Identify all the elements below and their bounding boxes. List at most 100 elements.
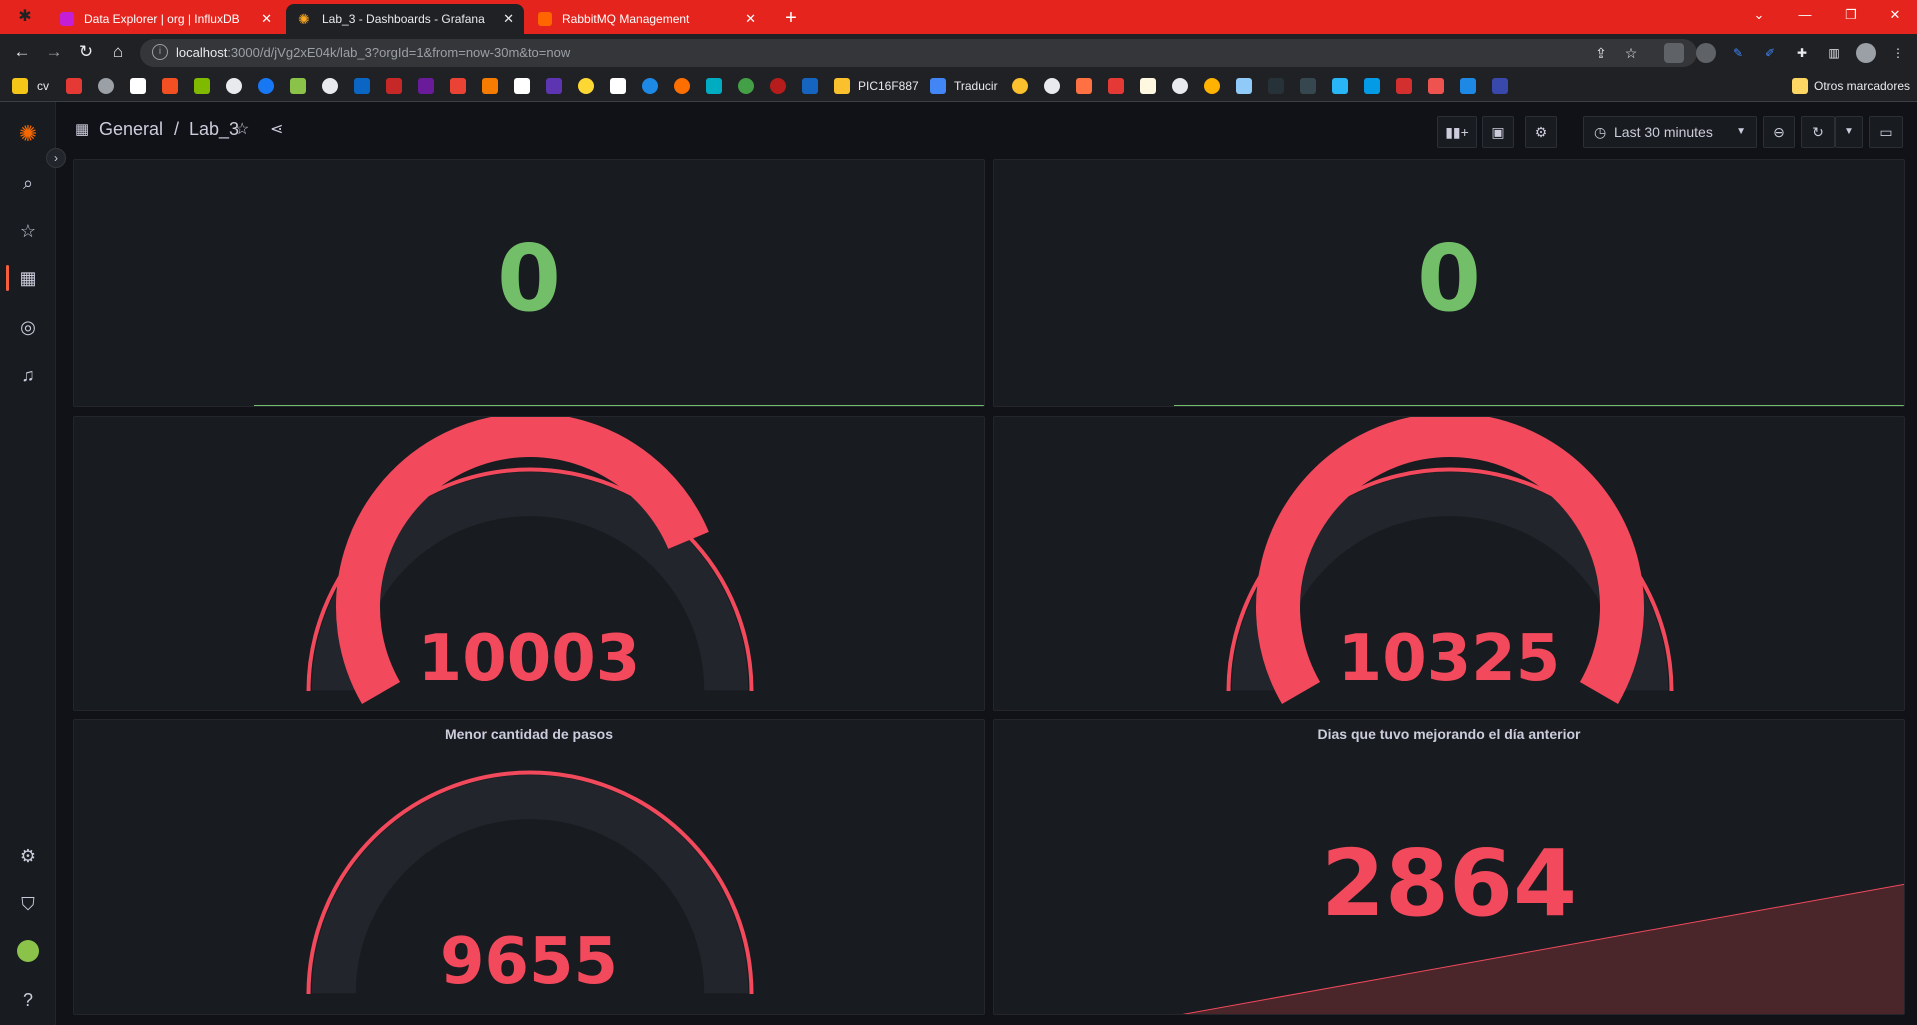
configuration-gear-icon[interactable]: ⚙: [16, 844, 40, 868]
minimize-button[interactable]: —: [1782, 0, 1828, 30]
bookmark-icon[interactable]: [1492, 78, 1508, 94]
close-tab-icon[interactable]: ✕: [745, 4, 756, 34]
bookmark-icon[interactable]: [578, 78, 594, 94]
bookmark-star-icon[interactable]: ☆: [1623, 45, 1639, 61]
side-panel-icon[interactable]: ▥: [1824, 43, 1844, 63]
user-avatar[interactable]: [17, 940, 39, 962]
forward-icon[interactable]: →: [42, 40, 66, 64]
bookmark-facebook-icon[interactable]: [258, 78, 274, 94]
site-info-icon[interactable]: i: [152, 44, 168, 60]
bookmark-icon[interactable]: [1172, 78, 1188, 94]
bookmark-icon[interactable]: [322, 78, 338, 94]
bookmark-icon[interactable]: [194, 78, 210, 94]
tab-rabbitmq[interactable]: RabbitMQ Management ✕: [526, 4, 766, 34]
bookmark-icon[interactable]: [1076, 78, 1092, 94]
starred-icon[interactable]: ☆: [16, 219, 40, 243]
close-window-button[interactable]: ✕: [1872, 0, 1917, 30]
bookmark-icon[interactable]: [1364, 78, 1380, 94]
share-dashboard-icon[interactable]: ⋖: [270, 119, 283, 139]
bookmark-icon[interactable]: [642, 78, 658, 94]
bookmark-icon[interactable]: [1428, 78, 1444, 94]
bookmark-icon[interactable]: [610, 78, 626, 94]
bookmark-icon[interactable]: [482, 78, 498, 94]
expand-menu-chevron-icon[interactable]: ›: [46, 148, 66, 168]
refresh-interval-chevron-icon[interactable]: ▼: [1835, 116, 1863, 148]
gauge-panel-menor[interactable]: Menor cantidad de pasos 9655: [73, 719, 985, 1015]
search-icon[interactable]: ⌕: [16, 171, 40, 195]
reload-icon[interactable]: ↻: [74, 40, 98, 64]
back-icon[interactable]: ←: [10, 40, 34, 64]
bookmark-icon[interactable]: [1332, 78, 1348, 94]
bookmark-icon[interactable]: [1044, 78, 1060, 94]
bookmark-microsoft-icon[interactable]: [162, 78, 178, 94]
bookmark-gmail-icon[interactable]: [450, 78, 466, 94]
alerting-bell-icon[interactable]: ♫: [16, 363, 40, 387]
stat-panel[interactable]: 0: [73, 159, 985, 407]
url-field[interactable]: i localhost:3000/d/jVg2xE04k/lab_3?orgId…: [140, 39, 1697, 67]
bookmark-icon[interactable]: [770, 78, 786, 94]
mark-favorite-star-icon[interactable]: ☆: [235, 119, 249, 139]
extension-abp-icon[interactable]: [1696, 43, 1716, 63]
tab-search-icon[interactable]: ⌄: [1736, 0, 1782, 30]
bookmark-icon[interactable]: [674, 78, 690, 94]
stat-panel-dias[interactable]: Dias que tuvo mejorando el día anterior …: [993, 719, 1905, 1015]
cycle-view-mode-tv-icon[interactable]: ▭: [1869, 116, 1903, 148]
zoom-out-time-range-icon[interactable]: ⊖: [1763, 116, 1795, 148]
bookmark-icon[interactable]: [1140, 78, 1156, 94]
bookmark-linkedin-icon[interactable]: [354, 78, 370, 94]
bookmark-icon[interactable]: [514, 78, 530, 94]
profile-avatar-icon[interactable]: [1856, 43, 1876, 63]
bookmark-icon[interactable]: [98, 78, 114, 94]
browser-menu-icon[interactable]: ✱: [16, 8, 34, 26]
bookmark-icon[interactable]: [1460, 78, 1476, 94]
extensions-puzzle-icon[interactable]: ✚: [1792, 43, 1812, 63]
bookmark-globe-icon[interactable]: [226, 78, 242, 94]
add-panel-button[interactable]: ▮▮+: [1437, 116, 1477, 148]
bookmark-icon[interactable]: [1108, 78, 1124, 94]
bookmark-icon[interactable]: [738, 78, 754, 94]
extension-edit-icon[interactable]: ✐: [1760, 43, 1780, 63]
bookmark-pic16f887[interactable]: PIC16F887: [858, 77, 919, 95]
extension-pen-icon[interactable]: ✎: [1728, 43, 1748, 63]
breadcrumb-dashboard[interactable]: Lab_3: [189, 119, 239, 140]
bookmark-icon[interactable]: [706, 78, 722, 94]
stat-panel[interactable]: 0: [993, 159, 1905, 407]
breadcrumb-folder[interactable]: General: [99, 119, 163, 140]
bookmark-icon[interactable]: [1236, 78, 1252, 94]
bookmark-icon[interactable]: [418, 78, 434, 94]
tab-grafana[interactable]: ✺ Lab_3 - Dashboards - Grafana ✕: [286, 4, 524, 34]
time-picker-button[interactable]: ◷ Last 30 minutes ▼: [1583, 116, 1757, 148]
dashboard-settings-gear-icon[interactable]: ⚙: [1525, 116, 1557, 148]
server-admin-shield-icon[interactable]: ⛉: [16, 892, 40, 916]
close-tab-icon[interactable]: ✕: [261, 4, 272, 34]
home-icon[interactable]: ⌂: [106, 40, 130, 64]
gauge-panel-promedio[interactable]: Promedio de pasos 10003: [73, 416, 985, 711]
new-tab-button[interactable]: +: [777, 4, 805, 32]
bookmark-icon[interactable]: [1268, 78, 1284, 94]
bookmark-otros-marcadores[interactable]: Otros marcadores: [1814, 77, 1910, 95]
bookmark-icon[interactable]: [290, 78, 306, 94]
grafana-logo-icon[interactable]: ✺: [16, 122, 40, 146]
close-tab-icon[interactable]: ✕: [503, 4, 514, 34]
refresh-dashboard-icon[interactable]: ↻: [1801, 116, 1835, 148]
browser-menu-kebab-icon[interactable]: ⋮: [1888, 43, 1908, 63]
help-icon[interactable]: ?: [16, 988, 40, 1012]
explore-icon[interactable]: ◎: [16, 315, 40, 339]
bookmark-icon[interactable]: [1204, 78, 1220, 94]
extension-pdf-icon[interactable]: [1664, 43, 1684, 63]
bookmark-icon[interactable]: [386, 78, 402, 94]
save-dashboard-icon[interactable]: ▣: [1482, 116, 1514, 148]
bookmark-icon[interactable]: [546, 78, 562, 94]
bookmark-icon[interactable]: [802, 78, 818, 94]
bookmark-icon[interactable]: [1012, 78, 1028, 94]
tab-influxdb[interactable]: Data Explorer | org | InfluxDB ✕: [48, 4, 282, 34]
gauge-panel-maximo[interactable]: Maximo de pasos 10325: [993, 416, 1905, 711]
dashboards-icon[interactable]: ▦: [16, 266, 40, 290]
restore-button[interactable]: ❐: [1828, 0, 1874, 30]
share-page-icon[interactable]: ⇪: [1593, 45, 1609, 61]
bookmark-amazon-icon[interactable]: [130, 78, 146, 94]
bookmark-icon[interactable]: [66, 78, 82, 94]
bookmark-icon[interactable]: [1396, 78, 1412, 94]
bookmark-traducir[interactable]: Traducir: [954, 77, 998, 95]
bookmark-cv[interactable]: cv: [37, 77, 49, 95]
